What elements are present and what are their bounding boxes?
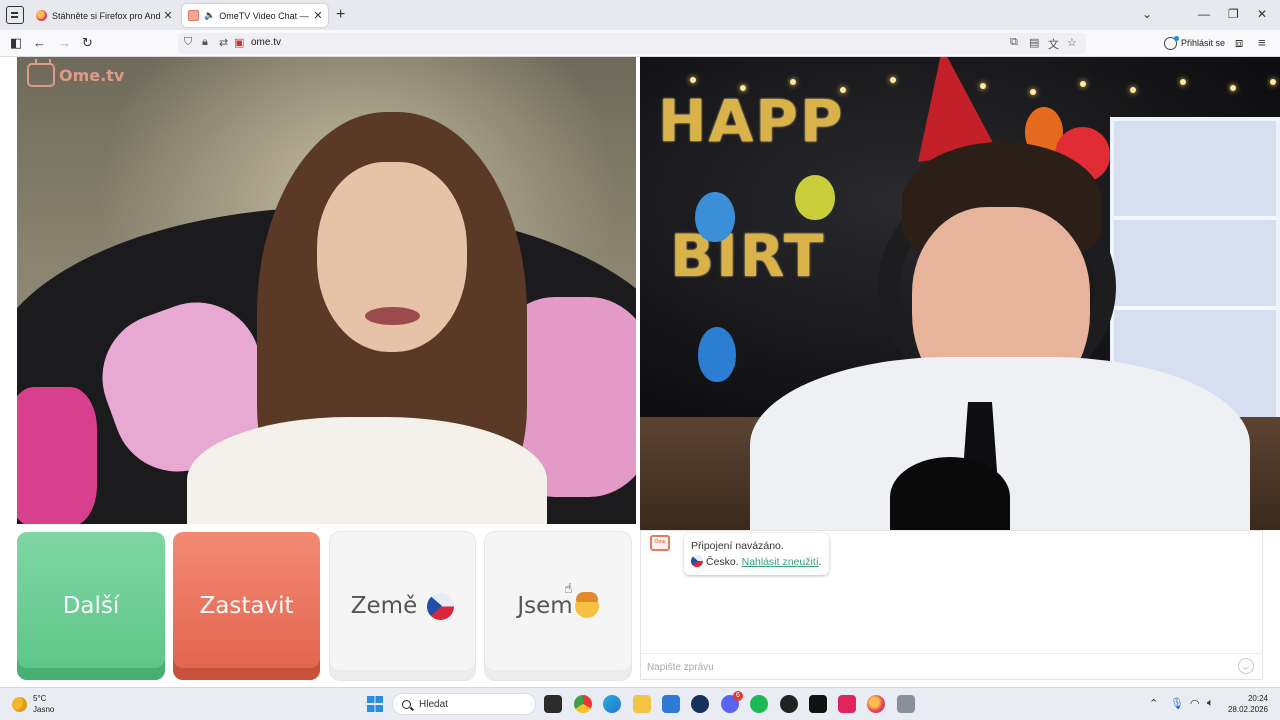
close-tab-icon[interactable]: ✕ xyxy=(311,9,325,22)
country-button-label: Země xyxy=(350,593,418,619)
chat-panel: Ome Připojení navázáno. Česko. Nahlásit … xyxy=(640,530,1263,680)
report-abuse-link[interactable]: Nahlásit zneužití xyxy=(742,556,819,568)
weather-temperature: 5°C xyxy=(33,694,47,703)
discord-icon[interactable]: 6 xyxy=(721,691,743,713)
firefox-icon[interactable] xyxy=(867,695,885,713)
logo-text: Ome.tv xyxy=(59,65,125,85)
forward-icon[interactable]: → xyxy=(58,35,71,50)
shield-icon[interactable]: ⛉ xyxy=(184,36,192,49)
reload-icon[interactable]: ↻ xyxy=(82,35,93,51)
sidebar-icon[interactable]: ◧ xyxy=(10,35,22,51)
country-filter-button[interactable]: Země xyxy=(330,532,475,680)
back-icon[interactable]: ← xyxy=(33,35,46,50)
tab-title: OmeTV Video Chat — Ome xyxy=(219,10,311,21)
settings-gear-icon[interactable] xyxy=(897,695,915,713)
search-icon xyxy=(402,699,411,709)
ometv-icon: Ome xyxy=(650,535,670,551)
stop-button[interactable]: Zastavit xyxy=(173,532,320,680)
new-tab-icon[interactable]: + xyxy=(336,6,345,24)
windows-taskbar: 5°C Jasno Hledat 6 ⌃ 🎙︎ ◠ 🔈︎ 20:24 28.02… xyxy=(0,687,1280,720)
firefox-icon xyxy=(36,10,47,21)
tab-firefox-android[interactable]: Stáhněte si Firefox pro Android ✕ xyxy=(30,4,178,27)
hand-cursor-icon: ☝ xyxy=(564,580,573,596)
country-name: Česko. xyxy=(706,556,739,568)
file-explorer-icon[interactable] xyxy=(633,695,651,713)
clock-date: 28.02.2026 xyxy=(1227,705,1268,714)
chevron-up-icon[interactable]: ⌃ xyxy=(1149,697,1158,710)
ometv-icon xyxy=(188,10,199,21)
moon-icon xyxy=(12,696,27,712)
microphone-icon[interactable]: 🎙︎ xyxy=(1170,697,1184,710)
connection-status: Připojení navázáno. xyxy=(691,540,784,552)
tiktok-icon[interactable] xyxy=(838,695,856,713)
ometv-page: Ome.tv HAPP BIRT Další Zastavit Země Jse… xyxy=(0,57,1280,687)
volume-icon[interactable]: 🔈︎ xyxy=(1207,697,1214,710)
extensions-icon[interactable]: ⧈ xyxy=(1235,35,1243,51)
czech-flag-icon xyxy=(691,555,703,567)
url-text[interactable]: ome.tv xyxy=(251,37,281,48)
tab-title: Stáhněte si Firefox pro Android xyxy=(52,10,161,21)
ometv-logo: Ome.tv xyxy=(27,63,124,87)
notification-badge: 6 xyxy=(733,691,743,701)
windows-start-icon[interactable] xyxy=(367,696,383,712)
steam-icon[interactable] xyxy=(691,695,709,713)
weather-description: Jasno xyxy=(33,705,55,714)
url-bar[interactable]: ⛉ 🔒︎ ⇄ ▣ ome.tv ⧉ ▤ 文 ☆ xyxy=(178,33,1086,54)
sign-in-button[interactable]: Přihlásit se xyxy=(1164,32,1225,54)
picture-in-picture-icon[interactable]: ⧉ xyxy=(1010,36,1018,49)
capcut-icon[interactable] xyxy=(809,695,827,713)
close-window-icon[interactable]: ✕ xyxy=(1257,7,1267,21)
navigation-bar: ◧ ← → ↻ ⛉ 🔒︎ ⇄ ▣ ome.tv ⧉ ▤ 文 ☆ Přihlási… xyxy=(0,30,1280,57)
czech-flag-icon xyxy=(427,592,455,620)
boy-icon xyxy=(574,592,599,618)
bookmark-star-icon[interactable]: ☆ xyxy=(1067,36,1077,49)
emoji-icon[interactable] xyxy=(1238,658,1254,674)
restore-icon[interactable]: ❐ xyxy=(1228,7,1239,21)
obs-icon[interactable] xyxy=(780,695,798,713)
translate-icon[interactable]: 文 xyxy=(1048,36,1059,52)
camera-icon[interactable]: ▣ xyxy=(234,36,244,49)
gender-select-button[interactable]: Jsem xyxy=(485,532,631,680)
next-button[interactable]: Další xyxy=(17,532,165,680)
search-placeholder: Hledat xyxy=(419,698,448,710)
system-clock[interactable]: 20:24 28.02.2026 xyxy=(1226,693,1268,715)
task-view-icon[interactable] xyxy=(544,695,562,713)
wifi-icon[interactable]: ◠ xyxy=(1190,697,1200,710)
reader-view-icon[interactable]: ▤ xyxy=(1029,36,1039,49)
stop-button-label: Zastavit xyxy=(199,593,294,619)
chat-input-area xyxy=(641,653,1262,679)
sign-in-label: Přihlásit se xyxy=(1181,38,1226,48)
lock-icon[interactable]: 🔒︎ xyxy=(202,36,208,49)
spotify-icon[interactable] xyxy=(750,695,768,713)
tab-list-icon[interactable] xyxy=(6,6,24,24)
tab-ometv[interactable]: 🔈 OmeTV Video Chat — Ome ✕ xyxy=(182,4,328,27)
chevron-down-icon[interactable]: ⌄ xyxy=(1142,7,1152,21)
permissions-icon[interactable]: ⇄ xyxy=(219,36,228,49)
chrome-icon[interactable] xyxy=(574,695,592,713)
message-input[interactable] xyxy=(647,659,1227,675)
weather-widget[interactable]: 5°C Jasno xyxy=(12,693,54,715)
notepad-icon[interactable] xyxy=(662,695,680,713)
account-icon xyxy=(1164,35,1179,50)
tab-bar: Stáhněte si Firefox pro Android ✕ 🔈 OmeT… xyxy=(0,0,1280,30)
system-message: Připojení navázáno. Česko. Nahlásit zneu… xyxy=(684,533,829,575)
minimize-icon[interactable]: — xyxy=(1198,7,1210,21)
close-tab-icon[interactable]: ✕ xyxy=(161,9,175,22)
menu-icon[interactable]: ≡ xyxy=(1258,35,1266,50)
clock-time: 20:24 xyxy=(1247,694,1268,703)
own-camera-video: HAPP BIRT xyxy=(640,57,1280,530)
stranger-video: Ome.tv xyxy=(17,57,636,524)
speaker-icon[interactable]: 🔈 xyxy=(204,10,215,21)
next-button-label: Další xyxy=(62,593,120,619)
edge-icon[interactable] xyxy=(603,695,621,713)
taskbar-search[interactable]: Hledat xyxy=(392,693,536,715)
